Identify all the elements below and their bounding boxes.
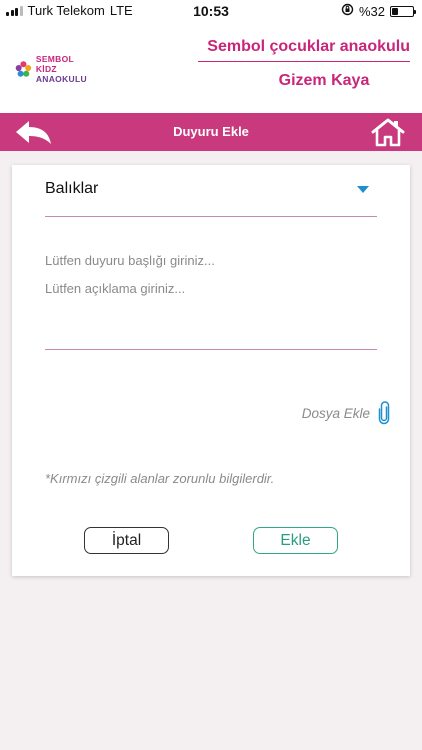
required-fields-note: *Kırmızı çizgili alanlar zorunlu bilgile…	[45, 471, 275, 486]
page-title: Duyuru Ekle	[173, 124, 249, 139]
caret-down-icon	[357, 186, 369, 193]
home-icon	[371, 118, 405, 147]
app-header: SEMBOL KİDZ ANAOKULU Sembol çocuklar ana…	[0, 22, 422, 113]
announcement-description-input[interactable]	[45, 281, 377, 350]
logo-line2: ANAOKULU	[35, 74, 87, 84]
announcement-form-card: Balıklar Dosya Ekle *Kırmızı çizgili ala…	[12, 165, 410, 576]
user-name: Gizem Kaya	[278, 72, 370, 89]
cancel-button[interactable]: İptal	[84, 527, 169, 554]
school-logo: SEMBOL KİDZ ANAOKULU	[14, 54, 94, 84]
group-select[interactable]: Balıklar	[45, 169, 377, 217]
status-bar: Turk Telekom LTE 10:53 %32	[0, 0, 422, 22]
battery-percent: %32	[358, 3, 385, 19]
rotation-lock-icon	[341, 3, 354, 19]
flower-logo-icon	[15, 61, 32, 77]
logo-text: SEMBOL KİDZ ANAOKULU	[36, 54, 94, 84]
group-select-value: Balıklar	[45, 180, 99, 197]
battery-icon	[390, 5, 416, 17]
title-bar: Duyuru Ekle	[0, 113, 422, 151]
add-button[interactable]: Ekle	[253, 527, 338, 554]
logo-line1: SEMBOL KİDZ	[35, 54, 74, 74]
attach-file-label: Dosya Ekle	[301, 405, 370, 421]
status-right: %32	[341, 3, 416, 19]
paperclip-icon	[378, 401, 390, 425]
announcement-title-input[interactable]	[45, 249, 377, 271]
school-name: Sembol çocuklar anaokulu	[198, 38, 410, 62]
attach-file-button[interactable]: Dosya Ekle	[302, 401, 390, 425]
battery-fill	[392, 7, 399, 15]
home-button[interactable]	[370, 117, 406, 147]
